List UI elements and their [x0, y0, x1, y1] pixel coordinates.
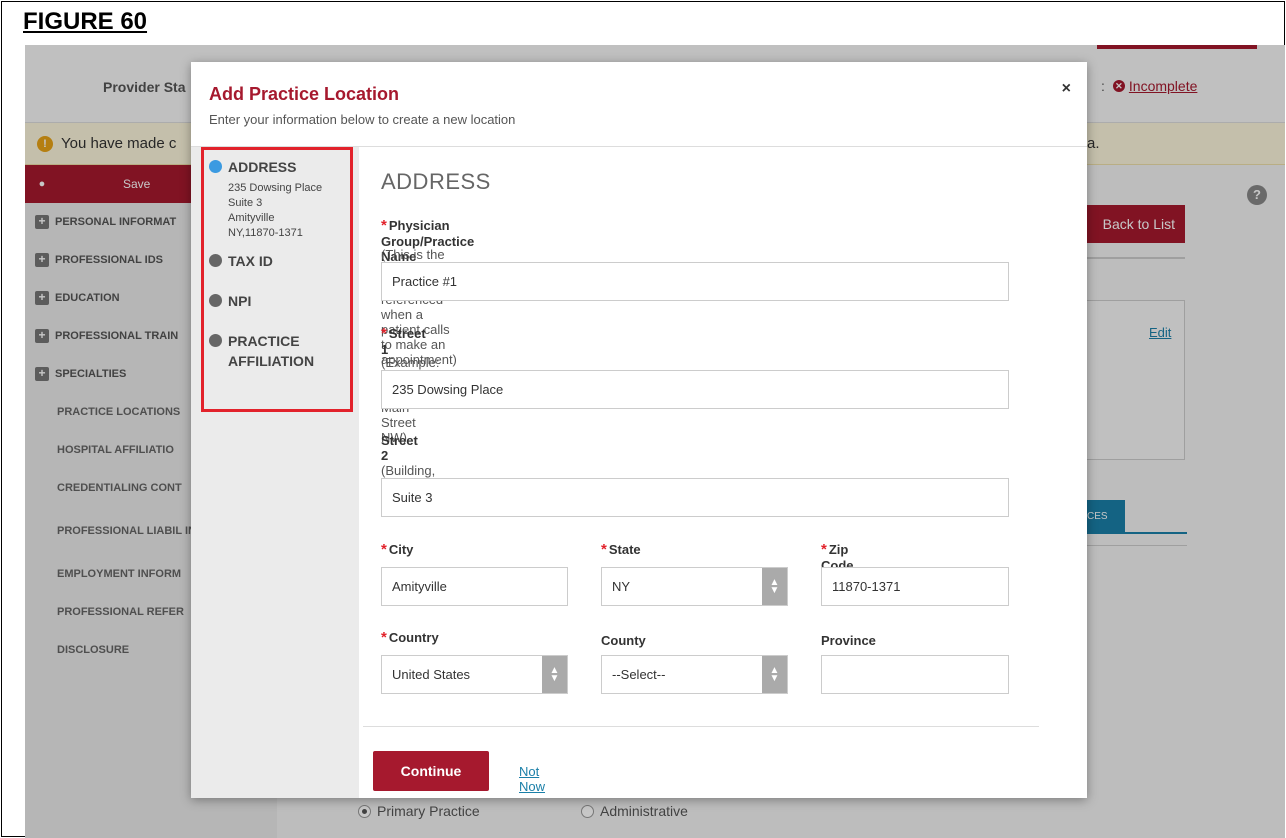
select-value: United States — [392, 667, 471, 682]
step-dot-icon — [209, 254, 222, 267]
chevron-up-down-icon: ▲ ▼ — [542, 656, 567, 693]
label-text: State — [608, 542, 641, 557]
divider — [363, 726, 1039, 727]
city-input[interactable]: Amityville — [381, 567, 568, 606]
chevron-up-down-icon: ▲ ▼ — [762, 568, 787, 605]
app-screenshot: Provider Sta : ✕ Incomplete ! You have m… — [25, 45, 1285, 838]
add-practice-location-modal: Add Practice Location Enter your informa… — [191, 62, 1087, 798]
step-label: TAX ID — [228, 253, 273, 269]
street2-input[interactable]: Suite 3 — [381, 478, 1009, 517]
label-text: City — [388, 542, 414, 557]
zip-input[interactable]: 11870-1371 — [821, 567, 1009, 606]
address-line: NY,11870-1371 — [228, 227, 303, 239]
step-practice-affiliation[interactable]: PRACTICE AFFILIATION — [209, 331, 339, 371]
step-label: PRACTICE AFFILIATION — [228, 333, 315, 369]
step-nav: ADDRESS 235 Dowsing Place Suite 3 Amityv… — [191, 147, 359, 798]
required-marker: * — [381, 325, 387, 342]
step-label: NPI — [228, 293, 252, 309]
address-line: 235 Dowsing Place — [228, 182, 323, 194]
step-label: ADDRESS — [228, 159, 297, 175]
continue-button[interactable]: Continue — [373, 751, 489, 791]
required-marker: * — [381, 541, 387, 558]
province-label: Province — [821, 633, 876, 648]
required-marker: * — [381, 629, 387, 646]
step-dot-icon — [209, 294, 222, 307]
step-address[interactable]: ADDRESS — [209, 157, 296, 177]
chevron-up-down-icon: ▲ ▼ — [762, 656, 787, 693]
province-input[interactable] — [821, 655, 1009, 694]
required-marker: * — [821, 541, 827, 558]
address-summary: 235 Dowsing Place Suite 3 Amityville NY,… — [228, 181, 322, 241]
label-text: Street 1 — [381, 326, 426, 357]
label-text: Country — [388, 630, 439, 645]
step-dot-icon — [209, 334, 222, 347]
modal-title: Add Practice Location — [209, 84, 400, 104]
step-npi[interactable]: NPI — [209, 291, 251, 311]
select-value: NY — [612, 579, 631, 594]
street1-label: * Street 1 — [381, 325, 426, 357]
county-label: County — [601, 633, 646, 648]
select-value: --Select-- — [612, 667, 666, 682]
city-label: * City — [381, 541, 413, 558]
county-select[interactable]: --Select-- ▲ ▼ — [601, 655, 788, 694]
street2-label: Street 2 — [381, 433, 418, 463]
practice-name-input[interactable]: Practice #1 — [381, 262, 1009, 301]
modal-subtitle: Enter your information below to create a… — [209, 112, 516, 127]
required-marker: * — [601, 541, 607, 558]
address-line: Suite 3 — [228, 197, 263, 209]
state-select[interactable]: NY ▲ ▼ — [601, 567, 788, 606]
figure-label: FIGURE 60 — [23, 8, 148, 35]
section-title: ADDRESS — [381, 169, 491, 194]
state-label: * State — [601, 541, 641, 558]
address-line: Amityville — [228, 212, 275, 224]
not-now-link[interactable]: Not Now — [519, 764, 545, 794]
step-tax-id[interactable]: TAX ID — [209, 251, 273, 271]
street1-input[interactable]: 235 Dowsing Place — [381, 370, 1009, 409]
country-label: * Country — [381, 629, 439, 646]
close-icon[interactable]: × — [1062, 80, 1071, 98]
step-dot-icon — [209, 160, 222, 173]
required-marker: * — [381, 217, 387, 234]
country-select[interactable]: United States ▲ ▼ — [381, 655, 568, 694]
